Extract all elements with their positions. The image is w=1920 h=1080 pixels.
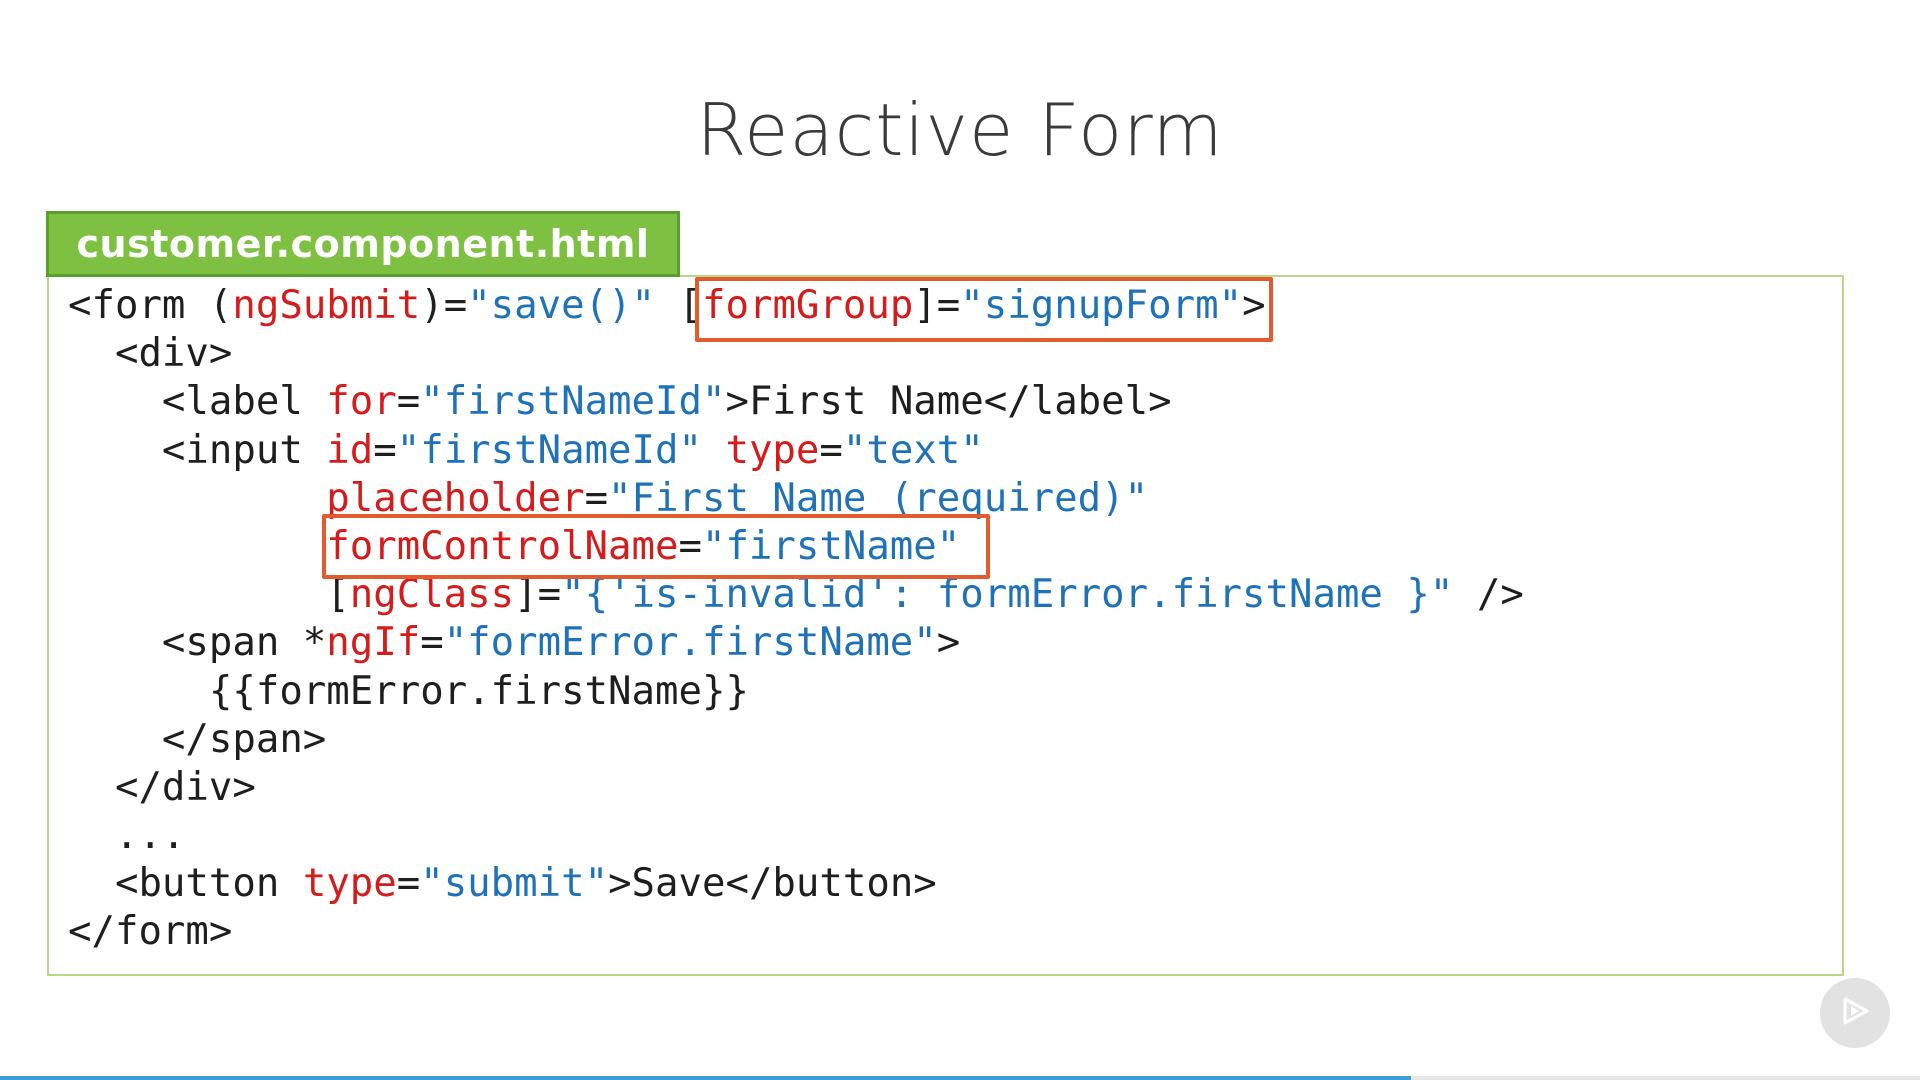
code-text-token: <button [68, 861, 303, 907]
code-text-token: <form ( [68, 283, 233, 328]
code-text-token: [ [68, 572, 350, 618]
code-text-token: </span> [68, 716, 327, 762]
code-string-token: "firstNameId" [396, 427, 702, 473]
code-line: <label for="firstNameId">First Name</lab… [68, 378, 1524, 426]
code-line: <span *ngIf="formError.firstName"> [68, 619, 1524, 667]
code-text-token: <label [68, 379, 327, 425]
code-text-token: )= [420, 283, 468, 328]
code-text-token: = [819, 427, 843, 473]
code-text-token: >First Name</label> [725, 379, 1172, 425]
code-string-token: "formError.firstName" [443, 620, 937, 666]
code-text-token: </form> [68, 909, 233, 955]
code-line: {{formError.firstName}} [68, 668, 1524, 716]
code-text-token: </div> [68, 764, 256, 810]
code-line: <button type="submit">Save</button> [68, 860, 1524, 908]
code-text-token: <div> [68, 331, 233, 377]
code-text-token: <input [68, 427, 327, 473]
code-line: </div> [68, 764, 1524, 812]
code-text-token: /> [1453, 572, 1524, 618]
progress-bar[interactable] [0, 1076, 1920, 1080]
code-text-token: > [936, 620, 961, 666]
file-tab-label: customer.component.html [46, 211, 680, 277]
code-text-token: = [396, 379, 421, 425]
code-text-token: ... [68, 813, 186, 859]
code-line: </form> [68, 908, 1524, 956]
progress-fill [0, 1076, 1412, 1080]
code-text-token: <span * [68, 620, 327, 666]
highlight-formgroup-box [695, 277, 1273, 342]
code-string-token: "save()" [467, 283, 656, 328]
code-text-token: = [420, 620, 444, 666]
code-attribute-token: type [302, 861, 397, 907]
code-block: <form (ngSubmit)="save()" [formGroup]="s… [68, 282, 1524, 957]
code-string-token: "text" [842, 427, 984, 473]
code-attribute-token: id [326, 427, 374, 473]
code-attribute-token: for [326, 379, 397, 425]
code-attribute-token: type [725, 427, 820, 473]
code-text-token: = [373, 427, 397, 473]
code-line: </span> [68, 716, 1524, 764]
code-text-token: {{formError.firstName}} [68, 668, 749, 714]
code-attribute-token: ngSubmit [232, 283, 421, 328]
play-button[interactable] [1820, 978, 1890, 1048]
code-string-token: "firstNameId" [420, 379, 726, 425]
code-line: <input id="firstNameId" type="text" [68, 427, 1524, 475]
play-icon [1835, 991, 1875, 1035]
code-text-token: = [396, 861, 421, 907]
code-text-token: >Save</button> [608, 861, 937, 907]
slide-title: Reactive Form [696, 88, 1224, 172]
code-attribute-token: ngIf [326, 620, 421, 666]
highlight-formcontrolname-box [322, 514, 990, 579]
code-line: ... [68, 812, 1524, 860]
code-string-token: "submit" [420, 861, 609, 907]
